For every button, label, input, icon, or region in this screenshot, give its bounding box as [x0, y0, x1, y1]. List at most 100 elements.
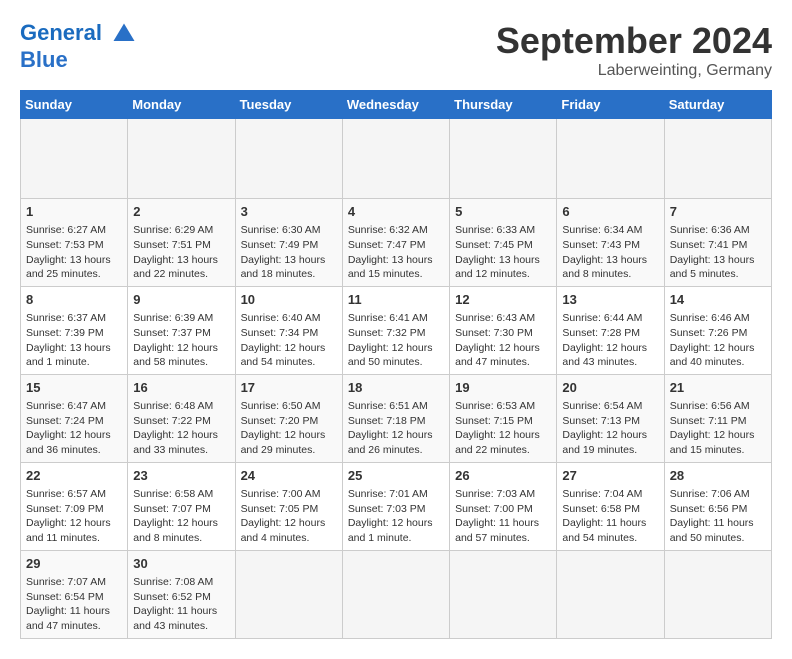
day-number: 1 [26, 203, 122, 221]
calendar-cell: 3Sunrise: 6:30 AMSunset: 7:49 PMDaylight… [235, 199, 342, 287]
sunrise-text: Sunrise: 6:41 AM [348, 312, 428, 324]
sunset-text: Sunset: 7:09 PM [26, 503, 104, 515]
sunset-text: Sunset: 7:03 PM [348, 503, 426, 515]
sunrise-text: Sunrise: 6:39 AM [133, 312, 213, 324]
sunrise-text: Sunrise: 6:57 AM [26, 488, 106, 500]
daylight-text: Daylight: 13 hours and 18 minutes. [241, 254, 326, 281]
sunrise-text: Sunrise: 6:32 AM [348, 224, 428, 236]
sunset-text: Sunset: 7:43 PM [562, 239, 640, 251]
daylight-text: Daylight: 12 hours and 26 minutes. [348, 429, 433, 456]
daylight-text: Daylight: 12 hours and 19 minutes. [562, 429, 647, 456]
daylight-text: Daylight: 12 hours and 33 minutes. [133, 429, 218, 456]
daylight-text: Daylight: 13 hours and 25 minutes. [26, 254, 111, 281]
sunrise-text: Sunrise: 7:04 AM [562, 488, 642, 500]
sunset-text: Sunset: 7:18 PM [348, 415, 426, 427]
calendar-cell [557, 550, 664, 638]
calendar-week-0 [21, 119, 772, 199]
sunrise-text: Sunrise: 6:36 AM [670, 224, 750, 236]
calendar-cell [664, 550, 771, 638]
calendar-cell [450, 550, 557, 638]
sunrise-text: Sunrise: 6:30 AM [241, 224, 321, 236]
sunrise-text: Sunrise: 6:51 AM [348, 400, 428, 412]
sunset-text: Sunset: 7:30 PM [455, 327, 533, 339]
sunset-text: Sunset: 7:05 PM [241, 503, 319, 515]
daylight-text: Daylight: 11 hours and 54 minutes. [562, 517, 646, 544]
daylight-text: Daylight: 12 hours and 40 minutes. [670, 342, 755, 369]
calendar-cell: 23 Sunrise: 6:58 AM Sunset: 7:07 PM Dayligh… [128, 462, 235, 550]
day-number: 14 [670, 291, 766, 309]
sunset-text: Sunset: 7:53 PM [26, 239, 104, 251]
weekday-header-saturday: Saturday [664, 91, 771, 119]
calendar-week-2: 8Sunrise: 6:37 AMSunset: 7:39 PMDaylight… [21, 286, 772, 374]
daylight-text: Daylight: 12 hours and 43 minutes. [562, 342, 647, 369]
day-number: 24 [241, 467, 337, 485]
sunset-text: Sunset: 7:47 PM [348, 239, 426, 251]
day-number: 13 [562, 291, 658, 309]
sunset-text: Sunset: 7:26 PM [670, 327, 748, 339]
weekday-header-wednesday: Wednesday [342, 91, 449, 119]
day-number: 27 [562, 467, 658, 485]
sunset-text: Sunset: 6:56 PM [670, 503, 748, 515]
sunset-text: Sunset: 7:22 PM [133, 415, 211, 427]
sunrise-text: Sunrise: 6:54 AM [562, 400, 642, 412]
weekday-header-row: SundayMondayTuesdayWednesdayThursdayFrid… [21, 91, 772, 119]
sunrise-text: Sunrise: 6:44 AM [562, 312, 642, 324]
day-number: 18 [348, 379, 444, 397]
calendar-cell [342, 119, 449, 199]
daylight-text: Daylight: 12 hours and 11 minutes. [26, 517, 111, 544]
calendar-cell [128, 119, 235, 199]
day-number: 7 [670, 203, 766, 221]
logo: General Blue [20, 20, 138, 72]
calendar-cell: 8Sunrise: 6:37 AMSunset: 7:39 PMDaylight… [21, 286, 128, 374]
calendar-cell [342, 550, 449, 638]
day-number: 25 [348, 467, 444, 485]
calendar-cell: 28Sunrise: 7:06 AMSunset: 6:56 PMDayligh… [664, 462, 771, 550]
daylight-text: Daylight: 13 hours and 15 minutes. [348, 254, 433, 281]
sunrise-text: Sunrise: 6:46 AM [670, 312, 750, 324]
calendar-cell: 1 Sunrise: 6:27 AM Sunset: 7:53 PM Daylight… [21, 199, 128, 287]
sunrise-text: Sunrise: 6:56 AM [670, 400, 750, 412]
daylight-text: Daylight: 11 hours and 43 minutes. [133, 605, 217, 632]
weekday-header-friday: Friday [557, 91, 664, 119]
calendar-body: 1 Sunrise: 6:27 AM Sunset: 7:53 PM Daylight… [21, 119, 772, 639]
day-number: 28 [670, 467, 766, 485]
calendar-cell: 11Sunrise: 6:41 AMSunset: 7:32 PMDayligh… [342, 286, 449, 374]
calendar-cell: 25Sunrise: 7:01 AMSunset: 7:03 PMDayligh… [342, 462, 449, 550]
sunset-text: Sunset: 7:00 PM [455, 503, 533, 515]
calendar-cell [21, 119, 128, 199]
sunrise-text: Sunrise: 7:08 AM [133, 576, 213, 588]
calendar-week-1: 1 Sunrise: 6:27 AM Sunset: 7:53 PM Daylight… [21, 199, 772, 287]
calendar-week-5: 29Sunrise: 7:07 AMSunset: 6:54 PMDayligh… [21, 550, 772, 638]
day-number: 20 [562, 379, 658, 397]
calendar-cell [450, 119, 557, 199]
sunrise-text: Sunrise: 6:37 AM [26, 312, 106, 324]
calendar-cell: 26Sunrise: 7:03 AMSunset: 7:00 PMDayligh… [450, 462, 557, 550]
sunset-text: Sunset: 7:51 PM [133, 239, 211, 251]
calendar-cell: 10Sunrise: 6:40 AMSunset: 7:34 PMDayligh… [235, 286, 342, 374]
calendar-week-4: 22Sunrise: 6:57 AMSunset: 7:09 PMDayligh… [21, 462, 772, 550]
sunrise-text: Sunrise: 6:50 AM [241, 400, 321, 412]
location: Laberweinting, Germany [496, 62, 772, 80]
day-number: 23 [133, 467, 229, 485]
sunrise-text: Sunrise: 7:00 AM [241, 488, 321, 500]
day-number: 12 [455, 291, 551, 309]
sunset-text: Sunset: 7:13 PM [562, 415, 640, 427]
calendar-cell: 9Sunrise: 6:39 AMSunset: 7:37 PMDaylight… [128, 286, 235, 374]
day-number: 15 [26, 379, 122, 397]
calendar-cell [557, 119, 664, 199]
sunrise-text: Sunrise: 6:58 AM [133, 488, 213, 500]
daylight-text: Daylight: 12 hours and 54 minutes. [241, 342, 326, 369]
daylight-text: Daylight: 11 hours and 47 minutes. [26, 605, 110, 632]
sunrise-text: Sunrise: 6:27 AM [26, 224, 106, 236]
sunrise-text: Sunrise: 6:53 AM [455, 400, 535, 412]
daylight-text: Daylight: 12 hours and 8 minutes. [133, 517, 218, 544]
day-number: 26 [455, 467, 551, 485]
day-number: 21 [670, 379, 766, 397]
day-number: 8 [26, 291, 122, 309]
weekday-header-thursday: Thursday [450, 91, 557, 119]
daylight-text: Daylight: 12 hours and 47 minutes. [455, 342, 540, 369]
sunrise-text: Sunrise: 6:48 AM [133, 400, 213, 412]
sunset-text: Sunset: 7:07 PM [133, 503, 211, 515]
calendar-cell [664, 119, 771, 199]
calendar-cell: 19Sunrise: 6:53 AMSunset: 7:15 PMDayligh… [450, 374, 557, 462]
